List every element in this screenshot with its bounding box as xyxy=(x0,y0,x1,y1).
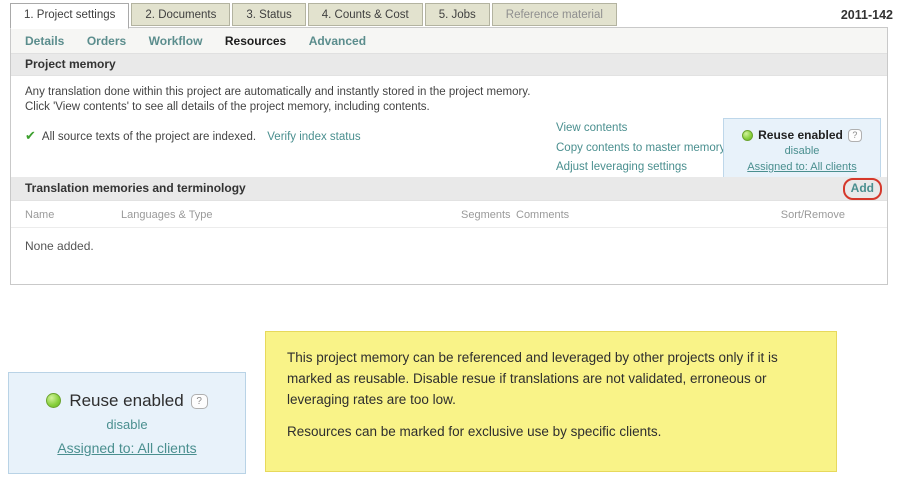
status-green-dot-icon xyxy=(742,130,753,141)
subnav: Details Orders Workflow Resources Advanc… xyxy=(11,28,887,54)
reuse-status-box: Reuse enabled? disable Assigned to: All … xyxy=(723,118,881,182)
reuse-status-label: Reuse enabled xyxy=(69,391,183,410)
assigned-to-link[interactable]: Assigned to: All clients xyxy=(57,440,196,456)
subnav-item-advanced[interactable]: Advanced xyxy=(309,34,366,48)
column-header-comments: Comments xyxy=(516,209,569,221)
assigned-to-link[interactable]: Assigned to: All clients xyxy=(747,161,856,173)
add-button-highlight: Add xyxy=(843,178,882,200)
main-panel: Details Orders Workflow Resources Advanc… xyxy=(10,27,888,285)
verify-index-status-link[interactable]: Verify index status xyxy=(267,131,360,143)
project-code: 2011-142 xyxy=(841,8,893,22)
page: 1. Project settings2. Documents3. Status… xyxy=(0,0,900,479)
note-paragraph-1: This project memory can be referenced an… xyxy=(287,347,816,410)
translation-memories-title: Translation memories and terminology xyxy=(25,181,246,195)
adjust-leveraging-link[interactable]: Adjust leveraging settings xyxy=(556,161,687,173)
subnav-item-details[interactable]: Details xyxy=(25,34,64,48)
column-header-sort-remove: Sort/Remove xyxy=(781,209,845,221)
column-header-name: Name xyxy=(25,209,54,221)
explanation-note: This project memory can be referenced an… xyxy=(265,331,837,472)
index-status-text: All source texts of the project are inde… xyxy=(42,131,256,143)
column-header-languages-type: Languages & Type xyxy=(121,209,213,221)
subnav-item-orders[interactable]: Orders xyxy=(87,34,126,48)
tab-reference-material[interactable]: Reference material xyxy=(492,3,617,26)
note-paragraph-2: Resources can be marked for exclusive us… xyxy=(287,421,816,442)
subnav-item-workflow[interactable]: Workflow xyxy=(149,34,203,48)
check-icon: ✔ xyxy=(25,128,36,143)
copy-contents-link[interactable]: Copy contents to master memory xyxy=(556,142,725,154)
tab-counts-cost[interactable]: 4. Counts & Cost xyxy=(308,3,423,26)
section-header-project-memory: Project memory xyxy=(11,54,887,76)
column-header-segments: Segments xyxy=(461,209,511,221)
table-header-row: Name Languages & Type Segments Comments … xyxy=(11,201,887,228)
tab-status[interactable]: 3. Status xyxy=(232,3,305,26)
project-memory-description: Any translation done within this project… xyxy=(25,85,565,115)
project-memory-content: Any translation done within this project… xyxy=(11,85,887,177)
tab-bar: 1. Project settings2. Documents3. Status… xyxy=(10,3,619,26)
subnav-item-resources[interactable]: Resources xyxy=(225,34,286,48)
tab-jobs[interactable]: 5. Jobs xyxy=(425,3,490,26)
empty-table-message: None added. xyxy=(11,228,887,253)
help-icon[interactable]: ? xyxy=(191,394,208,409)
help-icon[interactable]: ? xyxy=(848,129,862,142)
status-green-dot-icon xyxy=(46,393,61,408)
memory-action-links: View contents Copy contents to master me… xyxy=(556,119,725,178)
disable-reuse-link[interactable]: disable xyxy=(785,145,820,157)
tab-documents[interactable]: 2. Documents xyxy=(131,3,230,26)
reuse-status-label: Reuse enabled xyxy=(758,128,843,142)
section-header-translation-memories: Translation memories and terminology Add xyxy=(11,177,887,201)
add-button[interactable]: Add xyxy=(851,181,874,195)
tab-project-settings[interactable]: 1. Project settings xyxy=(10,3,129,29)
reuse-status-box-magnified: Reuse enabled? disable Assigned to: All … xyxy=(8,372,246,474)
disable-reuse-link[interactable]: disable xyxy=(106,417,147,432)
view-contents-link[interactable]: View contents xyxy=(556,122,627,134)
